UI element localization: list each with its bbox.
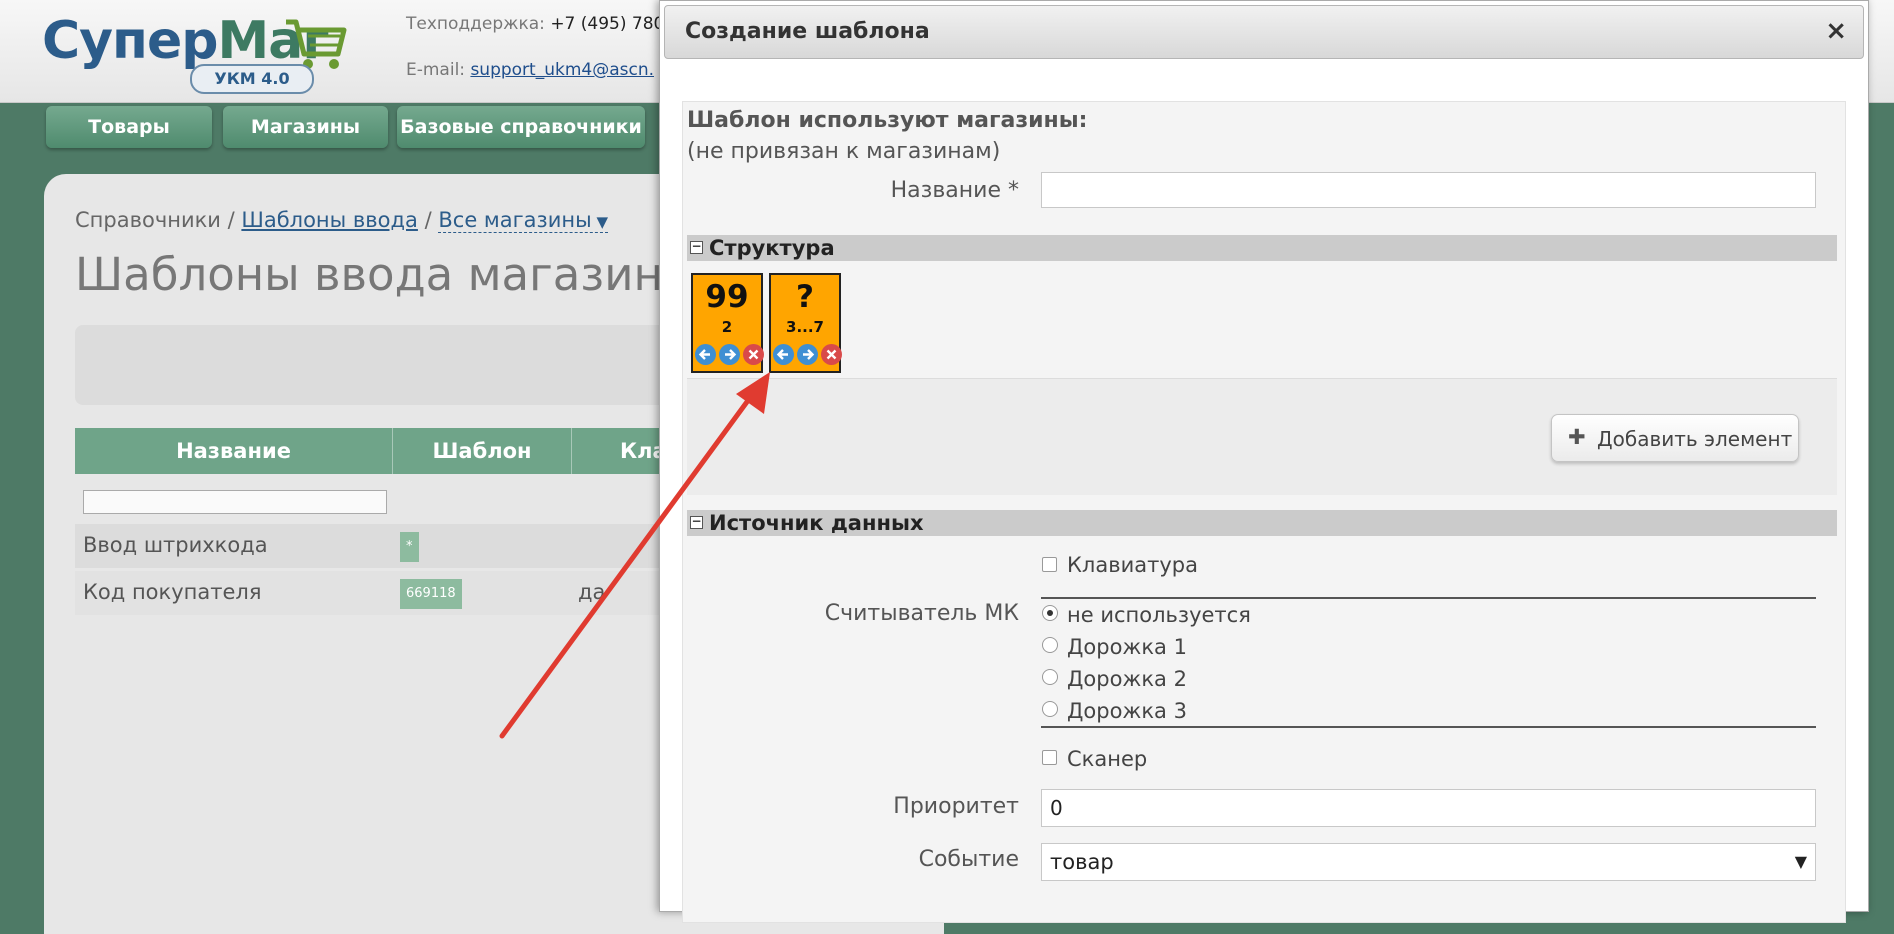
keyboard-checkbox[interactable] — [1042, 557, 1057, 572]
logo[interactable]: СуперМаг УКМ 4.0 — [42, 10, 352, 94]
divider — [1041, 726, 1816, 728]
structure-element[interactable]: ? 3...7 — [769, 273, 842, 373]
caret-down-icon: ▼ — [591, 213, 608, 231]
reader-option-label: не используется — [1067, 603, 1251, 627]
collapse-icon[interactable]: − — [690, 515, 703, 529]
priority-label: Приоритет — [893, 794, 1019, 819]
support-phone: +7 (495) 780 — [550, 14, 665, 34]
store-filter-dropdown[interactable]: Все магазины ▼ — [438, 208, 608, 233]
stores-label: Шаблон используют магазины: — [687, 108, 1088, 133]
email-link[interactable]: support_ukm4@ascn. — [470, 60, 654, 80]
move-right-icon[interactable] — [797, 344, 818, 365]
reader-label: Считыватель МК — [824, 601, 1019, 626]
reader-radio-track1[interactable] — [1042, 637, 1058, 653]
move-left-icon[interactable] — [773, 344, 794, 365]
plus-icon: ✚ — [1568, 425, 1586, 449]
dialog-title: Создание шаблона — [685, 19, 930, 44]
column-header-key[interactable]: Кла — [572, 428, 667, 474]
scanner-checkbox[interactable] — [1042, 750, 1057, 765]
divider — [1041, 597, 1816, 599]
keyboard-label: Клавиатура — [1067, 553, 1198, 577]
reader-radio-track2[interactable] — [1042, 669, 1058, 685]
data-source-section-header[interactable]: − Источник данных — [687, 510, 1837, 536]
event-label: Событие — [918, 847, 1019, 872]
name-label: Название * — [890, 178, 1019, 203]
name-filter-input[interactable] — [83, 490, 387, 514]
delete-icon[interactable] — [821, 344, 842, 365]
move-left-icon[interactable] — [695, 344, 716, 365]
add-element-button[interactable]: ✚ Добавить элемент — [1551, 414, 1799, 462]
priority-input[interactable] — [1041, 789, 1816, 827]
scanner-label: Сканер — [1067, 747, 1148, 771]
reader-radio-track3[interactable] — [1042, 701, 1058, 717]
structure-element[interactable]: 99 2 — [691, 273, 764, 373]
move-right-icon[interactable] — [719, 344, 740, 365]
tab-goods[interactable]: Товары — [46, 106, 212, 148]
page-title: Шаблоны ввода магазино — [75, 248, 691, 301]
email-contact: E-mail: support_ukm4@ascn. — [406, 60, 655, 80]
tab-stores[interactable]: Магазины — [223, 106, 388, 148]
version-badge: УКМ 4.0 — [190, 64, 314, 94]
dialog-header: Создание шаблона × — [664, 5, 1864, 59]
breadcrumb-link-templates[interactable]: Шаблоны ввода — [241, 208, 418, 232]
template-chip: 669118 — [400, 579, 462, 609]
event-select[interactable]: товар ▼ — [1041, 843, 1816, 881]
close-icon[interactable]: × — [1825, 16, 1847, 46]
table-row[interactable]: Код покупателя 669118 да — [75, 571, 675, 615]
collapse-icon[interactable]: − — [690, 240, 703, 254]
column-header-name[interactable]: Название — [75, 428, 393, 474]
caret-down-icon: ▼ — [1794, 852, 1807, 871]
name-input[interactable] — [1041, 172, 1816, 208]
filter-panel — [75, 325, 675, 405]
reader-option-label: Дорожка 1 — [1067, 635, 1187, 659]
table-row[interactable]: Ввод штрихкода * — [75, 524, 675, 568]
delete-icon[interactable] — [743, 344, 764, 365]
reader-option-label: Дорожка 3 — [1067, 699, 1187, 723]
stores-value: (не привязан к магазинам) — [687, 139, 1001, 164]
template-chip: * — [400, 532, 419, 562]
breadcrumb: Справочники / Шаблоны ввода / Все магази… — [75, 208, 608, 233]
tab-base-references[interactable]: Базовые справочники — [397, 106, 645, 148]
support-contact: Техподдержка: +7 (495) 780 — [406, 14, 665, 34]
column-header-template[interactable]: Шаблон — [393, 428, 572, 474]
reader-option-label: Дорожка 2 — [1067, 667, 1187, 691]
structure-section-header[interactable]: − Структура — [687, 235, 1837, 261]
reader-radio-none[interactable] — [1042, 605, 1058, 621]
